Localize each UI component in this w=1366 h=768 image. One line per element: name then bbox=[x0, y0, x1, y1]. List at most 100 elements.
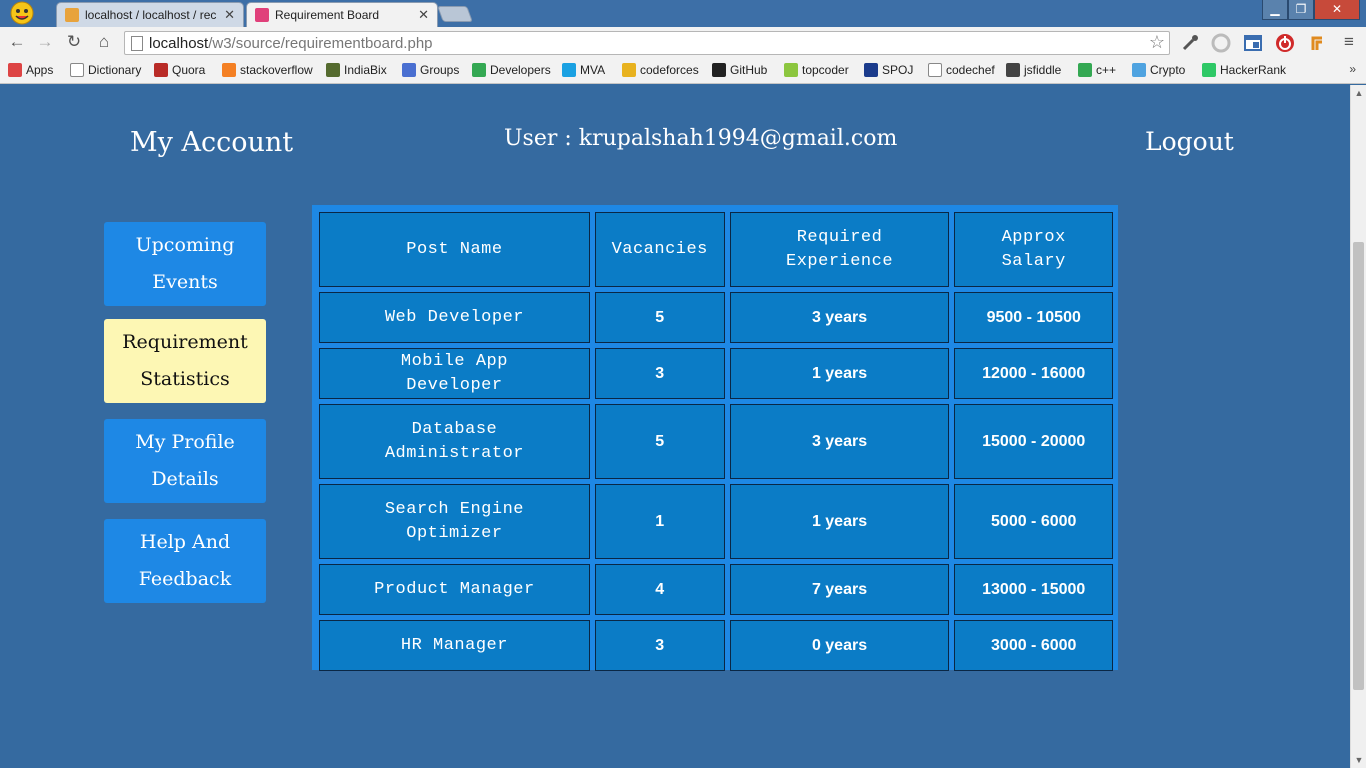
bookmark-label: codechef bbox=[946, 63, 995, 77]
bookmark-jsfiddle[interactable]: jsfiddle bbox=[1006, 63, 1061, 77]
codeforces-icon bbox=[622, 63, 636, 77]
cpp-icon bbox=[1078, 63, 1092, 77]
url-host: localhost bbox=[149, 35, 209, 52]
user-avatar-icon[interactable] bbox=[6, 0, 38, 27]
header-vacancies: Vacancies bbox=[594, 212, 725, 287]
logout-link[interactable]: Logout bbox=[1145, 127, 1234, 156]
bookmark-spoj[interactable]: SPOJ bbox=[864, 63, 913, 77]
bookmark-label: jsfiddle bbox=[1024, 63, 1062, 77]
table-row: Mobile App Developer 3 1 years 12000 - 1600… bbox=[319, 348, 1113, 399]
cell-required-experience: 3 years bbox=[729, 404, 950, 479]
scrollbar-thumb[interactable] bbox=[1353, 242, 1364, 690]
window-extension-icon[interactable] bbox=[1243, 33, 1263, 53]
cell-approx-salary: 12000 - 16000 bbox=[954, 348, 1113, 399]
close-tab-icon[interactable]: ✕ bbox=[418, 7, 429, 23]
cell-approx-salary: 9500 - 10500 bbox=[954, 292, 1113, 343]
bookmark-mva[interactable]: MVA bbox=[562, 63, 605, 77]
extension-circle-icon[interactable] bbox=[1211, 33, 1231, 53]
minimize-button[interactable]: ▁ bbox=[1262, 0, 1288, 20]
forward-arrow-icon[interactable]: → bbox=[34, 31, 56, 53]
crypto-icon bbox=[1132, 63, 1146, 77]
table-header-row: Post Name Vacancies Required Experience … bbox=[319, 212, 1113, 287]
bookmark-label: MVA bbox=[580, 63, 606, 77]
reload-icon[interactable]: ↻ bbox=[63, 31, 85, 53]
sidebar-item-my-profile-details[interactable]: My Profile Details bbox=[104, 419, 266, 503]
close-window-button[interactable]: ✕ bbox=[1314, 0, 1360, 20]
bookmark-label: codeforces bbox=[640, 63, 699, 77]
back-arrow-icon[interactable]: ← bbox=[6, 31, 28, 53]
site-favicon-icon bbox=[255, 8, 269, 22]
eyedropper-extension-icon[interactable] bbox=[1180, 33, 1200, 53]
bookmark-label: Dictionary bbox=[88, 63, 142, 77]
menu-hamburger-icon[interactable]: ≡ bbox=[1338, 31, 1360, 53]
page-body: My Account User : krupalshah1994@gmail.c… bbox=[0, 85, 1350, 768]
tab-requirement-board[interactable]: Requirement Board ✕ bbox=[246, 2, 438, 27]
bookmark-codechef[interactable]: codechef bbox=[928, 63, 995, 77]
hackerrank-icon bbox=[1202, 63, 1216, 77]
cell-vacancies: 3 bbox=[594, 348, 725, 399]
header-post-name: Post Name bbox=[319, 212, 590, 287]
vertical-scrollbar[interactable]: ▲ ▼ bbox=[1350, 85, 1366, 768]
tab-phpmyadmin[interactable]: localhost / localhost / rec ✕ bbox=[56, 2, 244, 27]
power-extension-icon[interactable] bbox=[1275, 33, 1295, 53]
close-tab-icon[interactable]: ✕ bbox=[224, 7, 235, 23]
table-row: Product Manager 4 7 years 13000 - 15000 bbox=[319, 564, 1113, 615]
topcoder-icon bbox=[784, 63, 798, 77]
user-email-label: User : krupalshah1994@gmail.com bbox=[504, 126, 898, 151]
bookmark-apps[interactable]: Apps bbox=[8, 63, 53, 77]
bookmark-indiabix[interactable]: IndiaBix bbox=[326, 63, 387, 77]
bookmark-label: SPOJ bbox=[882, 63, 914, 77]
page-icon bbox=[70, 63, 84, 77]
bookmark-stackoverflow[interactable]: stackoverflow bbox=[222, 63, 313, 77]
page-icon bbox=[131, 36, 143, 51]
bookmark-label: c++ bbox=[1096, 63, 1117, 77]
cell-post-name: Mobile App Developer bbox=[319, 348, 590, 399]
cell-approx-salary: 3000 - 6000 bbox=[954, 620, 1113, 671]
maximize-button[interactable]: ❐ bbox=[1288, 0, 1314, 20]
sidebar-item-upcoming-events[interactable]: Upcoming Events bbox=[104, 222, 266, 306]
bookmark-developers[interactable]: Developers bbox=[472, 63, 551, 77]
bookmark-crypto[interactable]: Crypto bbox=[1132, 63, 1185, 77]
address-bar[interactable]: localhost/w3/source/requirementboard.php… bbox=[124, 31, 1170, 55]
scroll-up-arrow-icon[interactable]: ▲ bbox=[1351, 85, 1366, 101]
cell-required-experience: 0 years bbox=[729, 620, 950, 671]
bookmark-quora[interactable]: Quora bbox=[154, 63, 205, 77]
apps-grid-icon bbox=[8, 63, 22, 77]
bookmark-topcoder[interactable]: topcoder bbox=[784, 63, 849, 77]
bookmark-c[interactable]: c++ bbox=[1078, 63, 1116, 77]
bookmark-label: Developers bbox=[490, 63, 551, 77]
bookmark-label: IndiaBix bbox=[344, 63, 387, 77]
bookmarks-bar: » Apps Dictionary Quora stackoverflow IndiaB… bbox=[0, 58, 1366, 84]
url-path: /w3/source/requirementboard.php bbox=[208, 35, 433, 52]
bookmark-label: Crypto bbox=[1150, 63, 1186, 77]
bookmark-groups[interactable]: Groups bbox=[402, 63, 459, 77]
new-tab-button[interactable] bbox=[437, 6, 473, 22]
cell-vacancies: 5 bbox=[594, 404, 725, 479]
sidebar-item-requirement-statistics[interactable]: Requirement Statistics bbox=[104, 319, 266, 403]
bookmark-codeforces[interactable]: codeforces bbox=[622, 63, 699, 77]
table-row: Database Administrator 5 3 years 15000 - 20… bbox=[319, 404, 1113, 479]
github-icon bbox=[712, 63, 726, 77]
header-required-experience: Required Experience bbox=[729, 212, 950, 287]
mva-icon bbox=[562, 63, 576, 77]
bookmark-hackerrank[interactable]: HackerRank bbox=[1202, 63, 1286, 77]
scroll-down-arrow-icon[interactable]: ▼ bbox=[1351, 752, 1366, 768]
bookmark-github[interactable]: GitHub bbox=[712, 63, 767, 77]
my-account-link[interactable]: My Account bbox=[130, 127, 293, 158]
cell-vacancies: 5 bbox=[594, 292, 725, 343]
tab-title: Requirement Board bbox=[275, 8, 380, 22]
cell-approx-salary: 15000 - 20000 bbox=[954, 404, 1113, 479]
bookmarks-overflow-button[interactable]: » bbox=[1349, 62, 1356, 76]
cell-required-experience: 7 years bbox=[729, 564, 950, 615]
sidebar-item-help-and-feedback[interactable]: Help And Feedback bbox=[104, 519, 266, 603]
requirement-table-container: Post Name Vacancies Required Experience … bbox=[312, 205, 1118, 671]
cell-required-experience: 1 years bbox=[729, 348, 950, 399]
quora-icon bbox=[154, 63, 168, 77]
groups-icon bbox=[402, 63, 416, 77]
home-icon[interactable]: ⌂ bbox=[93, 31, 115, 53]
requirement-table: Post Name Vacancies Required Experience … bbox=[314, 207, 1118, 676]
bookmark-extension-icon[interactable] bbox=[1307, 33, 1327, 53]
bookmark-label: Apps bbox=[26, 63, 54, 77]
bookmark-dictionary[interactable]: Dictionary bbox=[70, 63, 141, 77]
bookmark-star-icon[interactable]: ☆ bbox=[1149, 32, 1165, 53]
